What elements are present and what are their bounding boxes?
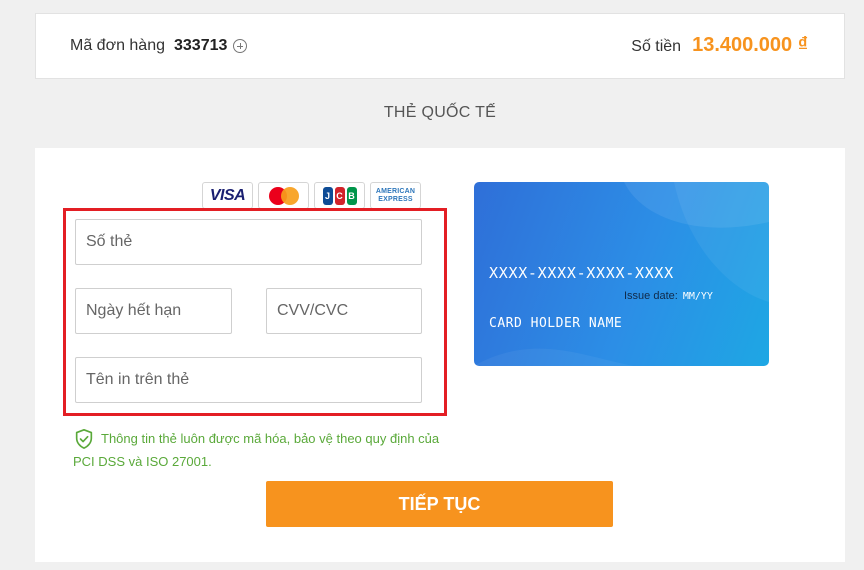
card-number-preview: XXXX-XXXX-XXXX-XXXX [489,264,674,282]
card-holder-preview: CARD HOLDER NAME [489,316,623,331]
jcb-icon: J C B [322,186,358,205]
cardholder-name-input[interactable] [75,357,422,403]
plus-circle-icon[interactable] [233,39,248,53]
order-id: 333713 [174,37,228,54]
jcb-logo: J C B [314,182,365,209]
issue-date-label: Issue date: [624,290,678,302]
order-info: Mã đơn hàng 333713 [70,37,248,55]
amex-logo-text: AMERICAN EXPRESS [375,187,416,203]
expiry-date-input[interactable] [75,288,232,334]
amex-logo: AMERICAN EXPRESS [370,182,421,209]
order-summary-bar: Mã đơn hàng 333713 Số tiền 13.400.000 ₫ [35,13,845,79]
continue-button[interactable]: TIẾP TỤC [266,481,613,527]
mastercard-logo [258,182,309,209]
card-number-input[interactable] [75,219,422,265]
amount-label: Số tiền [631,38,682,55]
card-preview: XXXX-XXXX-XXXX-XXXX Issue date: MM/YY CA… [474,182,769,366]
section-title: THẺ QUỐC TẾ [383,104,497,121]
issue-date-value: MM/YY [682,290,713,302]
visa-logo: VISA [202,182,253,209]
visa-logo-text: VISA [209,186,246,204]
security-note-text: Thông tin thẻ luôn được mã hóa, bảo vệ t… [73,431,440,469]
card-issue-date: Issue date: MM/YY [624,290,713,302]
amount-value: 13.400.000 ₫ [692,34,808,56]
shield-check-icon [75,429,93,449]
order-label: Mã đơn hàng [70,37,165,54]
amount-info: Số tiền 13.400.000 ₫ [631,34,808,57]
security-note: Thông tin thẻ luôn được mã hóa, bảo vệ t… [73,427,453,473]
mastercard-circles-icon [268,186,299,205]
cvv-input[interactable] [266,288,422,334]
